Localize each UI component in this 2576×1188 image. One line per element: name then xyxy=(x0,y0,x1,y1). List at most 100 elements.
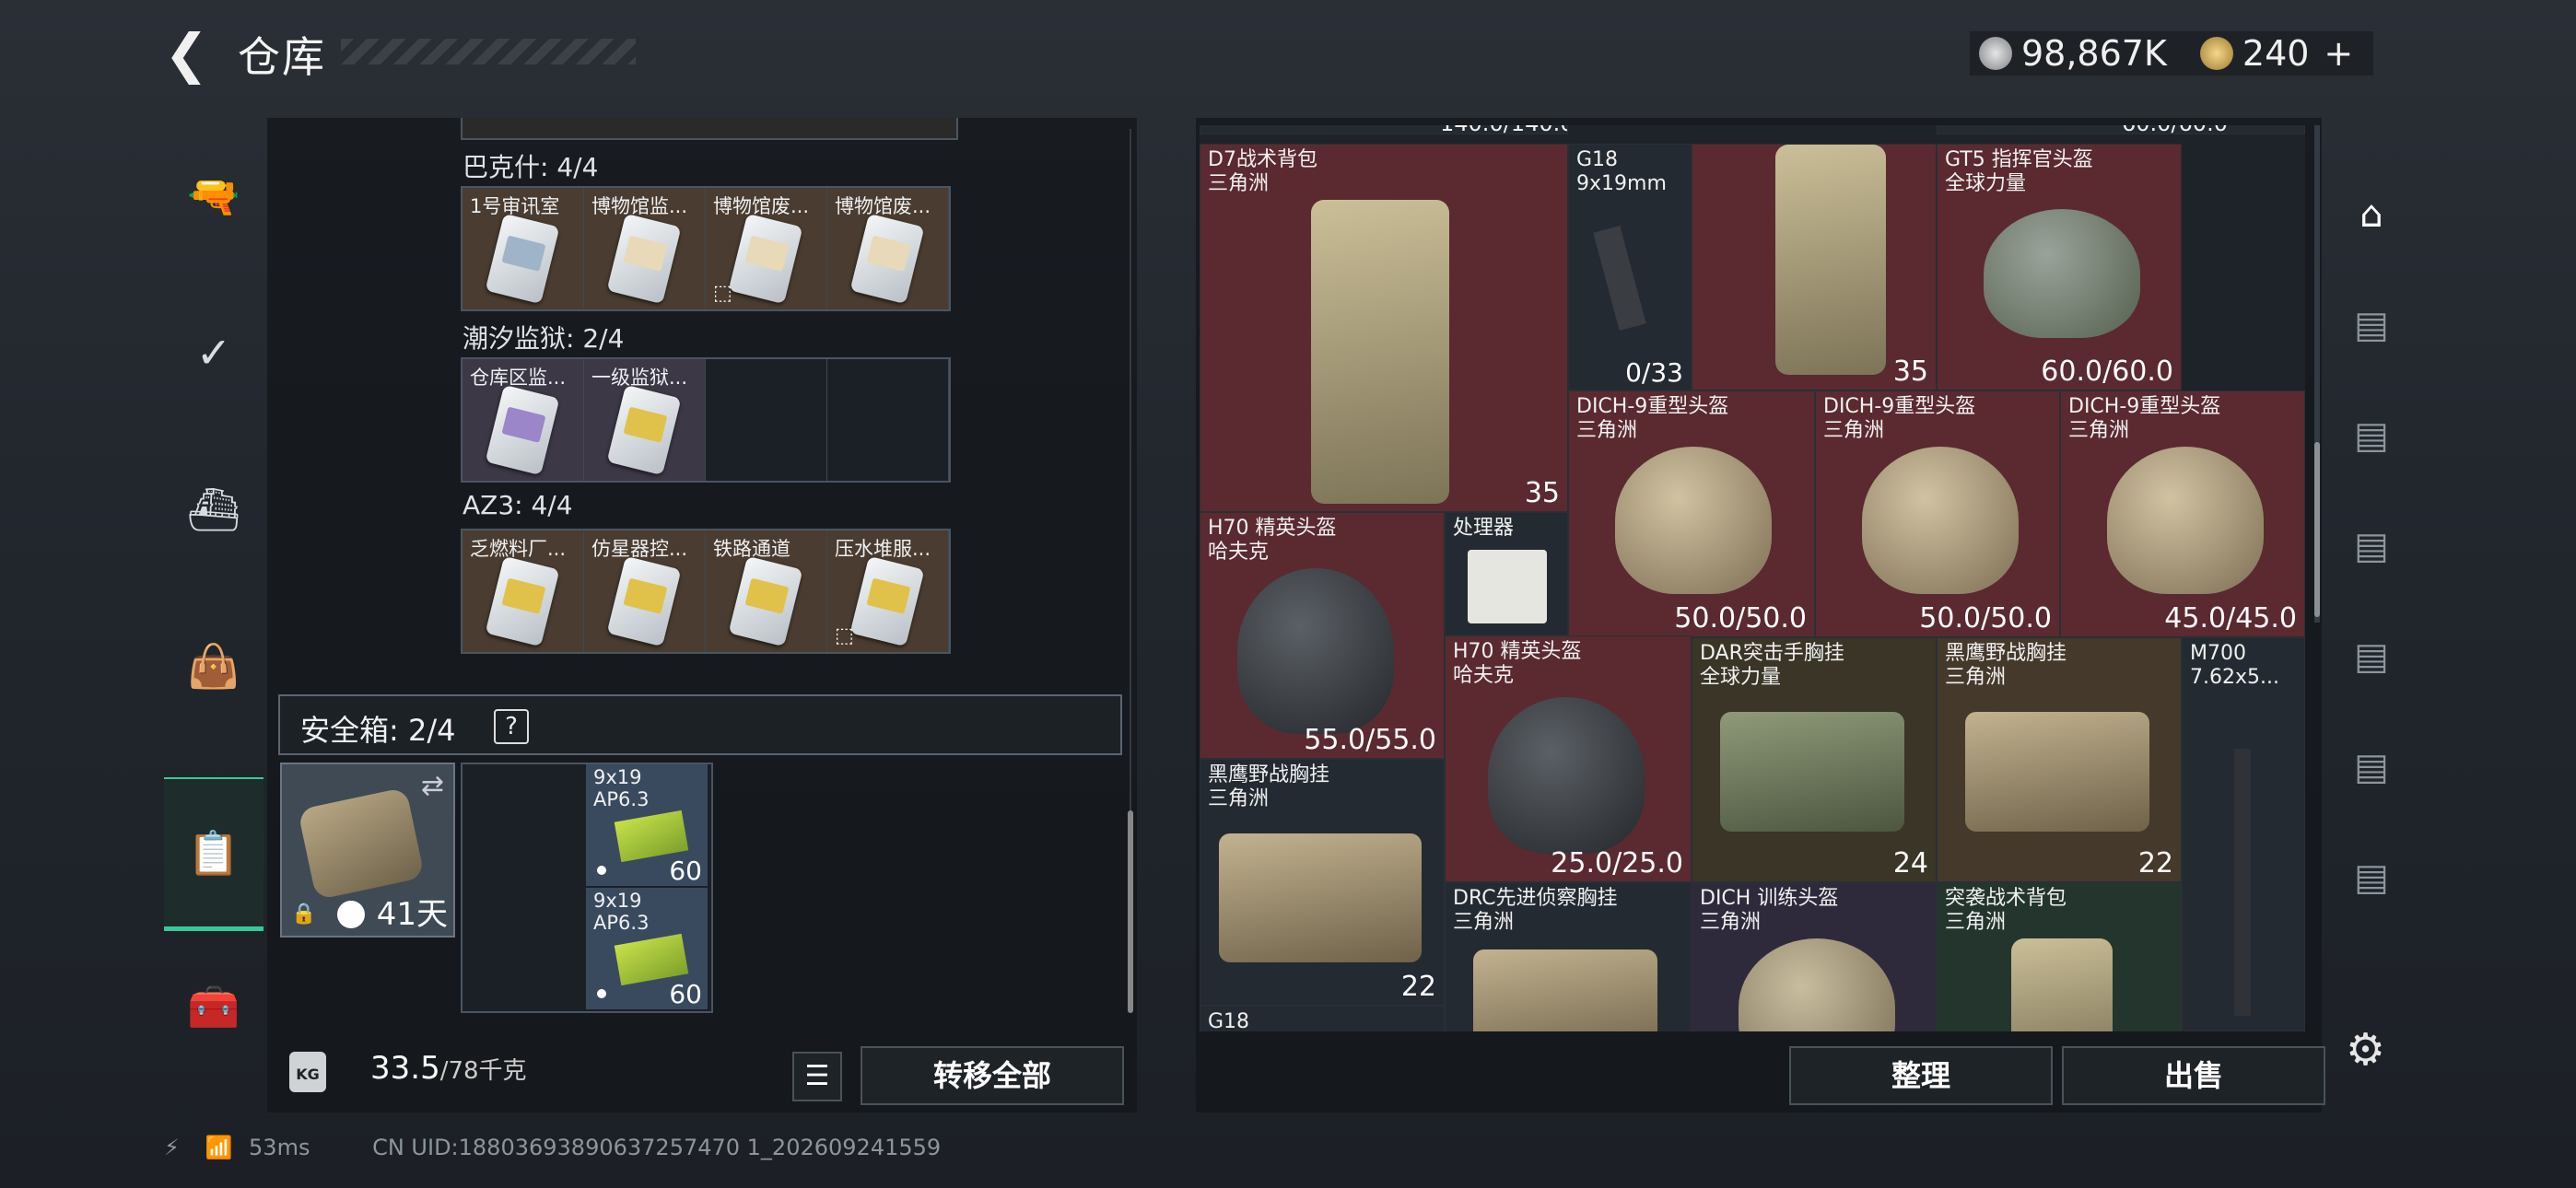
weight-icon: KG xyxy=(289,1052,326,1092)
tab-IV-icon[interactable]: ▤ xyxy=(2327,606,2416,707)
item-h70-helmet[interactable]: H70 精英头盔 哈夫克 55.0/55.0 xyxy=(1200,512,1445,759)
item-name: DICH 训练头盔 三角洲 xyxy=(1700,887,1839,934)
ammo-item[interactable]: 9x19 AP6.3 60 xyxy=(586,888,708,1009)
item-g18[interactable]: G18 xyxy=(1200,1006,1445,1031)
ammo-item[interactable]: 9x19 AP6.3 60 xyxy=(586,764,708,886)
item-dar-vest[interactable]: DAR突击手胸挂 全球力量 24 xyxy=(1692,637,1937,882)
left-footer: KG 33.5/78千克 ☰ 转移全部 xyxy=(267,1031,1137,1112)
clock-icon xyxy=(337,901,365,928)
swap-icon[interactable]: ⇄ xyxy=(421,770,444,802)
key-card-name: 博物馆监... xyxy=(591,195,688,217)
item-assault-backpack[interactable]: 突袭战术背包 三角洲 xyxy=(1937,882,2182,1031)
map-label-1: 巴克什: 4/4 xyxy=(463,152,599,182)
item-dich9-helmet[interactable]: DICH-9重型头盔 三角洲 50.0/50.0 xyxy=(1568,390,1815,637)
battery-icon: ⚡ xyxy=(164,1135,180,1160)
item-blackhawk-vest[interactable]: 黑鹰野战胸挂 三角洲 22 xyxy=(1937,637,2182,882)
item-blackhawk-vest[interactable]: 黑鹰野战胸挂 三角洲 22 xyxy=(1200,759,1445,1006)
pistol-image xyxy=(1593,225,1646,332)
tab-IV-icon[interactable]: ▤ xyxy=(2327,495,2416,597)
item-m700-rifle[interactable]: M700 7.62x5... xyxy=(2182,637,2305,1031)
bag-icon[interactable]: 👜 xyxy=(164,588,263,744)
clipboard-icon[interactable]: 📋 xyxy=(164,777,263,931)
helmet-image xyxy=(1237,568,1394,734)
key-card-name: 乏燃料厂... xyxy=(470,538,567,560)
item-stat: 35 xyxy=(1524,477,1560,509)
tab-IV-icon[interactable]: ▤ xyxy=(2327,827,2416,928)
item-name: DRC先进侦察胸挂 三角洲 xyxy=(1453,887,1618,934)
key-card-item[interactable]: 乏燃料厂... xyxy=(463,530,584,652)
item-name: D7战术背包 三角洲 xyxy=(1208,148,1317,195)
add-gold-button[interactable]: + xyxy=(2324,33,2353,74)
item-dich-training-helmet[interactable]: DICH 训练头盔 三角洲 xyxy=(1692,882,1937,1031)
item-stat: 0/33 xyxy=(1625,357,1683,388)
item-stat: 22 xyxy=(2137,847,2173,879)
helmet-image xyxy=(1615,447,1772,594)
scrollbar[interactable] xyxy=(1128,810,1133,1013)
settings-gear-icon[interactable]: ⚙ xyxy=(2346,1024,2385,1076)
weight-value: 33.5 xyxy=(370,1050,440,1087)
tab-II-icon[interactable]: ▤ xyxy=(2327,274,2416,376)
processor-image xyxy=(1468,550,1547,623)
sort-button[interactable]: 整理 xyxy=(1789,1046,2053,1105)
stash-tab-icon[interactable]: ⌂ xyxy=(2327,164,2416,265)
vest-image xyxy=(1965,712,2149,832)
title-decoration xyxy=(341,39,636,64)
back-arrow-icon[interactable]: ❮ xyxy=(164,27,210,80)
key-card-item[interactable]: 仓库区监... xyxy=(463,359,584,481)
key-card-item[interactable]: 一级监狱... xyxy=(584,359,706,481)
key-card-image xyxy=(849,555,925,647)
pistol-icon[interactable]: 🔫 xyxy=(164,118,263,274)
item-dich9-helmet[interactable]: DICH-9重型头盔 三角洲 50.0/50.0 xyxy=(1815,390,2060,637)
key-card-image xyxy=(606,555,682,647)
item-g18[interactable]: G18 9x19mm 0/33 xyxy=(1568,144,1692,390)
item-name: 黑鹰野战胸挂 三角洲 xyxy=(1208,763,1330,810)
backpack-icon[interactable]: ⛴ xyxy=(164,431,263,588)
list-view-button[interactable]: ☰ xyxy=(792,1052,842,1101)
grid-top-edge xyxy=(461,118,958,140)
key-grid-3: 乏燃料厂... 仿星器控... 铁路通道 压水堆服... ⬚ xyxy=(461,529,951,654)
help-button[interactable]: ? xyxy=(494,709,529,744)
ammo-name: 9x19 AP6.3 xyxy=(593,766,650,810)
item-h70-helmet[interactable]: H70 精英头盔 哈夫克 25.0/25.0 xyxy=(1445,635,1692,882)
coin-amount: 98,867K xyxy=(2021,33,2167,74)
gold-icon xyxy=(2199,37,2233,70)
item-processor[interactable]: 处理器 xyxy=(1445,512,1568,635)
empty-slot xyxy=(706,359,827,481)
key-card-item[interactable]: 仿星器控... xyxy=(584,530,706,652)
item-gt5-helmet[interactable]: GT5 指挥官头盔 全球力量 60.0/60.0 xyxy=(1937,144,2182,390)
key-card-image xyxy=(606,384,682,476)
vest-image xyxy=(1473,949,1657,1031)
item-dich9-helmet[interactable]: DICH-9重型头盔 三角洲 45.0/45.0 xyxy=(2060,390,2305,637)
gold-amount: 240 xyxy=(2242,33,2310,74)
key-card-item[interactable]: 铁路通道 xyxy=(706,530,827,652)
item-name: 黑鹰野战胸挂 三角洲 xyxy=(1945,642,2067,689)
stash-scrollbar[interactable] xyxy=(2314,442,2320,617)
key-card-item[interactable]: 压水堆服... ⬚ xyxy=(827,530,949,652)
sell-button[interactable]: 出售 xyxy=(2062,1046,2325,1105)
key-card-item[interactable]: 博物馆废... ⬚ xyxy=(706,188,827,309)
safe-box-item[interactable]: ⇄ 🔒 41天 xyxy=(280,763,455,938)
key-card-item[interactable]: 1号审讯室 xyxy=(463,188,584,309)
vest-icon[interactable]: ✓ xyxy=(164,274,263,431)
left-rail: 🔫 ✓ ⛴ 👜 📋 🧰 xyxy=(164,118,263,1094)
key-card-image xyxy=(849,213,925,305)
stash-top-row: 140.0/140.0 xyxy=(1200,125,1568,134)
key-card-item[interactable]: 博物馆废... xyxy=(827,188,949,309)
item-d7-backpack[interactable]: D7战术背包 三角洲 35 xyxy=(1200,144,1568,512)
vest-image xyxy=(1720,712,1904,832)
map-label-2: 潮汐监狱: 2/4 xyxy=(463,323,625,354)
coin-icon xyxy=(1979,37,2012,70)
toolbox-icon[interactable]: 🧰 xyxy=(164,928,263,1085)
key-card-item[interactable]: 博物馆监... xyxy=(584,188,706,309)
tab-IV-plus-icon[interactable]: ▤ xyxy=(2327,716,2416,818)
key-grid-2: 仓库区监... 一级监狱... xyxy=(461,357,951,483)
item-drc-vest[interactable]: DRC先进侦察胸挂 三角洲 xyxy=(1445,882,1692,1031)
item-stat: 45.0/45.0 xyxy=(2164,602,2297,635)
item-backpack[interactable]: 35 xyxy=(1692,144,1937,390)
helmet-image xyxy=(1739,938,1895,1031)
transfer-all-button[interactable]: 转移全部 xyxy=(861,1046,1124,1105)
item-name: 处理器 xyxy=(1453,517,1515,540)
tab-V-icon[interactable]: ▤ xyxy=(2327,385,2416,486)
key-card-name: 1号审讯室 xyxy=(470,195,560,217)
safe-box-header: 安全箱: 2/4 ? xyxy=(278,694,1122,755)
